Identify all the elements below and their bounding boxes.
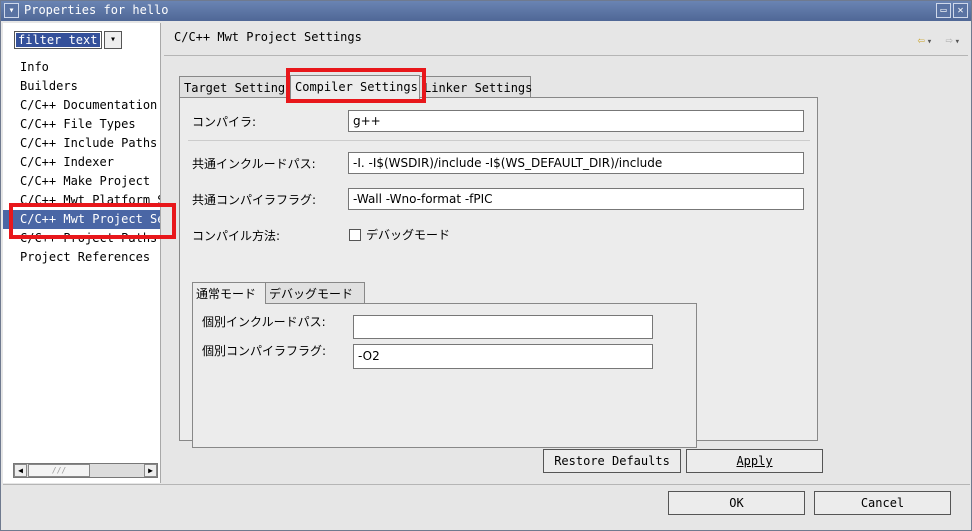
nav-item[interactable]: C/C++ Include Paths: [3, 134, 160, 153]
close-icon[interactable]: ✕: [953, 3, 968, 18]
nav-item[interactable]: Info: [3, 58, 160, 77]
back-icon[interactable]: ⇦: [917, 33, 924, 47]
restore-defaults-button[interactable]: Restore Defaults: [543, 449, 681, 473]
nav-item[interactable]: C/C++ Make Project: [3, 172, 160, 191]
button-bar-divider: [3, 484, 970, 485]
tab-normal-mode[interactable]: 通常モード: [192, 282, 266, 304]
tab-debug-mode[interactable]: デバッグモード: [265, 282, 365, 304]
cancel-button[interactable]: Cancel: [814, 491, 951, 515]
filter-text: filter text: [16, 33, 100, 47]
page-title: C/C++ Mwt Project Settings: [174, 30, 362, 44]
individual-include-path-field[interactable]: [353, 315, 653, 339]
nav-item[interactable]: C/C++ Mwt Project Se: [3, 210, 160, 229]
filter-dropdown-icon[interactable]: ▾: [104, 31, 122, 49]
nav-item[interactable]: Project References: [3, 248, 160, 267]
history-navigation: ⇦ ▾ ⇨ ▾: [915, 33, 960, 47]
tab-compiler-settings[interactable]: Compiler Settings: [290, 75, 420, 99]
ok-button[interactable]: OK: [668, 491, 805, 515]
tab-linker-settings[interactable]: Linker Settings: [419, 76, 532, 98]
back-dropdown-icon[interactable]: ▾: [927, 37, 932, 47]
properties-dialog: ▾ Properties for hello ▭ ✕ filter text ▾…: [0, 0, 972, 531]
common-compiler-flags-field[interactable]: -Wall -Wno-format -fPIC: [348, 188, 804, 210]
compiler-label: コンパイラ:: [192, 115, 257, 129]
maximize-icon[interactable]: ▭: [936, 3, 951, 18]
individual-compiler-flags-label: 個別コンパイラフラグ:: [202, 344, 327, 358]
forward-dropdown-icon[interactable]: ▾: [955, 37, 960, 47]
filter-input[interactable]: filter text: [14, 31, 102, 49]
nav-item[interactable]: C/C++ Mwt Platform S: [3, 191, 160, 210]
scroll-thumb[interactable]: ///: [28, 464, 90, 477]
normal-mode-panel: 個別インクルードパス: 個別コンパイラフラグ: -O2: [192, 303, 697, 448]
window-title: Properties for hello: [24, 3, 169, 17]
compiler-field[interactable]: g++: [348, 110, 804, 132]
nav-item[interactable]: C/C++ Indexer: [3, 153, 160, 172]
navigation-pane: filter text ▾ Info Builders C/C++ Document…: [3, 23, 161, 483]
tab-target-settings[interactable]: Target Settings: [179, 76, 292, 98]
forward-icon[interactable]: ⇨: [945, 33, 952, 47]
property-page-list: Info Builders C/C++ Documentation C/C++ Fil…: [3, 58, 160, 267]
individual-compiler-flags-field[interactable]: -O2: [353, 344, 653, 369]
apply-button-label: Apply: [736, 454, 773, 468]
settings-pane: C/C++ Mwt Project Settings ⇦ ▾ ⇨ ▾ Target …: [162, 23, 970, 483]
nav-item[interactable]: C/C++ Project Paths: [3, 229, 160, 248]
separator: [188, 140, 810, 141]
title-divider: [164, 55, 968, 56]
common-compiler-flags-label: 共通コンパイラフラグ:: [192, 193, 317, 207]
common-include-path-label: 共通インクルードパス:: [192, 157, 316, 171]
compile-method-label: コンパイル方法:: [192, 229, 281, 243]
compiler-settings-panel: コンパイラ: g++ 共通インクルードパス: -I. -I$(WSDIR)/in…: [179, 97, 818, 448]
common-include-path-field[interactable]: -I. -I$(WSDIR)/include -I$(WS_DEFAULT_DI…: [348, 152, 804, 174]
nav-item[interactable]: Builders: [3, 77, 160, 96]
debug-mode-checkbox[interactable]: [349, 229, 361, 241]
nav-item[interactable]: C/C++ File Types: [3, 115, 160, 134]
individual-include-path-label: 個別インクルードパス:: [202, 315, 326, 329]
nav-item[interactable]: C/C++ Documentation: [3, 96, 160, 115]
title-bar: ▾ Properties for hello ▭ ✕: [1, 1, 971, 21]
debug-mode-label: デバッグモード: [366, 228, 451, 242]
apply-button[interactable]: Apply: [686, 449, 823, 473]
scroll-left-icon[interactable]: ◀: [14, 464, 27, 477]
horizontal-scrollbar[interactable]: ◀ /// ▶: [13, 463, 158, 478]
window-menu-icon[interactable]: ▾: [4, 3, 19, 18]
scroll-right-icon[interactable]: ▶: [144, 464, 157, 477]
